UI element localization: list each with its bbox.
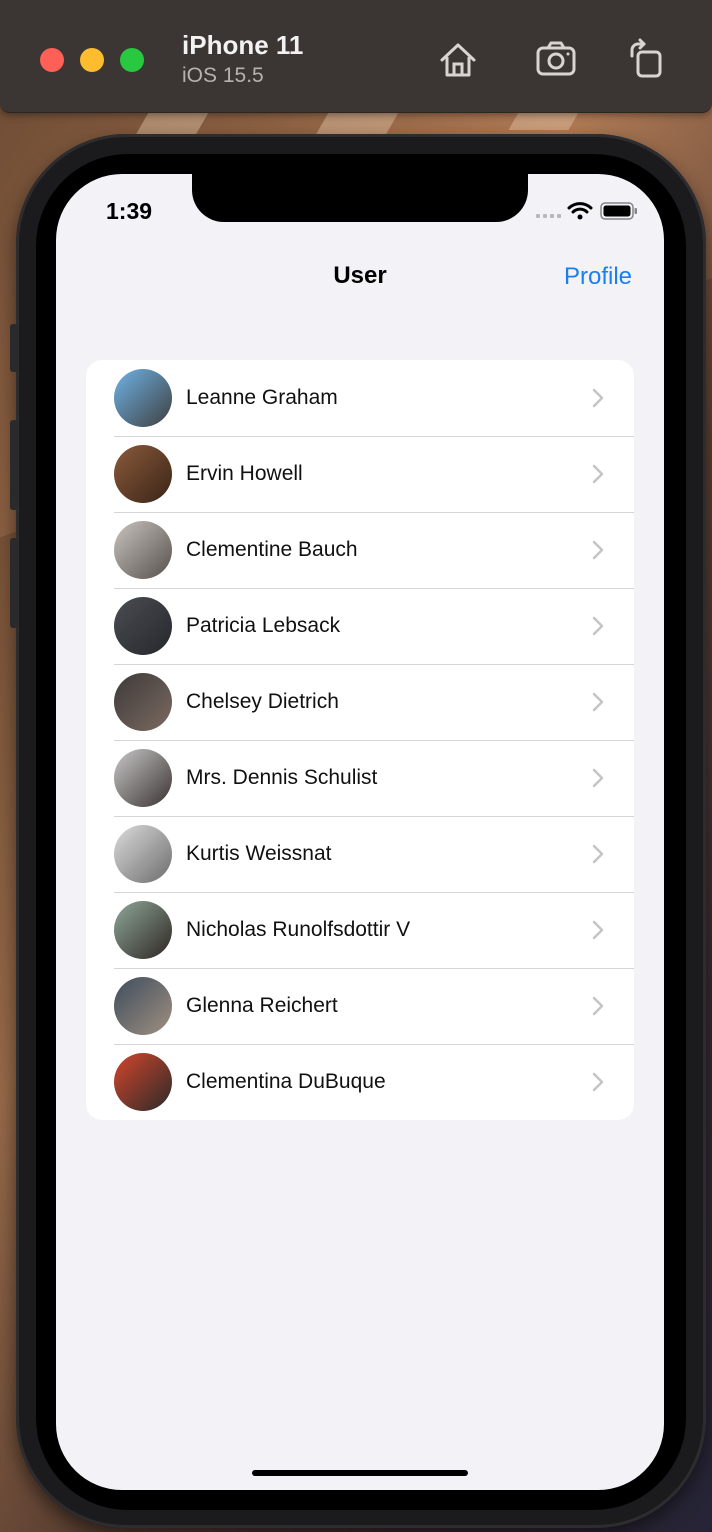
status-time: 1:39 (106, 198, 153, 224)
list-item[interactable]: Glenna Reichert (86, 968, 634, 1044)
user-name: Mrs. Dennis Schulist (186, 766, 378, 789)
avatar (114, 1053, 172, 1111)
avatar (114, 445, 172, 503)
list-item[interactable]: Leanne Graham (86, 360, 634, 436)
avatar (114, 977, 172, 1035)
user-name: Chelsey Dietrich (186, 690, 339, 713)
list-item[interactable]: Ervin Howell (86, 436, 634, 512)
chevron-right-icon (592, 464, 604, 484)
chevron-right-icon (592, 920, 604, 940)
chevron-right-icon (592, 768, 604, 788)
screenshot-icon[interactable] (534, 38, 578, 82)
chevron-right-icon (592, 844, 604, 864)
avatar (114, 901, 172, 959)
list-item[interactable]: Patricia Lebsack (86, 588, 634, 664)
device-name: iPhone 11 (182, 30, 304, 60)
user-name: Ervin Howell (186, 462, 303, 485)
cellular-icon (536, 214, 561, 218)
wallpaper-stripe (508, 110, 580, 130)
avatar (114, 825, 172, 883)
user-name: Patricia Lebsack (186, 614, 341, 637)
chevron-right-icon (592, 692, 604, 712)
list-item[interactable]: Clementine Bauch (86, 512, 634, 588)
mute-switch[interactable] (10, 324, 18, 372)
chevron-right-icon (592, 996, 604, 1016)
user-name: Glenna Reichert (186, 994, 338, 1017)
volume-down-button[interactable] (10, 538, 18, 628)
list-item[interactable]: Mrs. Dennis Schulist (86, 740, 634, 816)
home-icon[interactable] (436, 38, 480, 82)
profile-button[interactable]: Profile (564, 263, 632, 291)
volume-up-button[interactable] (10, 420, 18, 510)
avatar (114, 749, 172, 807)
app-screen: 1:39 User Profile Leanne Graham Ervin How… (56, 174, 664, 1490)
user-name: Clementina DuBuque (186, 1070, 386, 1093)
avatar (114, 369, 172, 427)
rotate-icon[interactable] (624, 38, 668, 82)
user-name: Kurtis Weissnat (186, 842, 332, 865)
chevron-right-icon (592, 540, 604, 560)
avatar (114, 673, 172, 731)
user-name: Clementine Bauch (186, 538, 358, 561)
simulator-titlebar: iPhone 11 iOS 15.5 (0, 0, 712, 113)
wifi-icon (567, 202, 593, 214)
avatar (114, 521, 172, 579)
chevron-right-icon (592, 388, 604, 408)
list-item[interactable]: Chelsey Dietrich (86, 664, 634, 740)
chevron-right-icon (592, 616, 604, 636)
list-item[interactable]: Nicholas Runolfsdottir V (86, 892, 634, 968)
user-name: Nicholas Runolfsdottir V (186, 918, 411, 941)
device-os-version: iOS 15.5 (182, 64, 264, 87)
close-window-button[interactable] (40, 48, 64, 72)
chevron-right-icon (592, 1072, 604, 1092)
minimize-window-button[interactable] (80, 48, 104, 72)
notch (192, 174, 528, 222)
list-item[interactable]: Clementina DuBuque (86, 1044, 634, 1120)
avatar (114, 597, 172, 655)
home-indicator[interactable] (252, 1470, 468, 1476)
status-icons (536, 200, 640, 222)
user-name: Leanne Graham (186, 386, 338, 409)
user-list: Leanne Graham Ervin Howell Clementine Bauc… (86, 360, 634, 1120)
zoom-window-button[interactable] (120, 48, 144, 72)
battery-icon (600, 202, 637, 220)
list-item[interactable]: Kurtis Weissnat (86, 816, 634, 892)
